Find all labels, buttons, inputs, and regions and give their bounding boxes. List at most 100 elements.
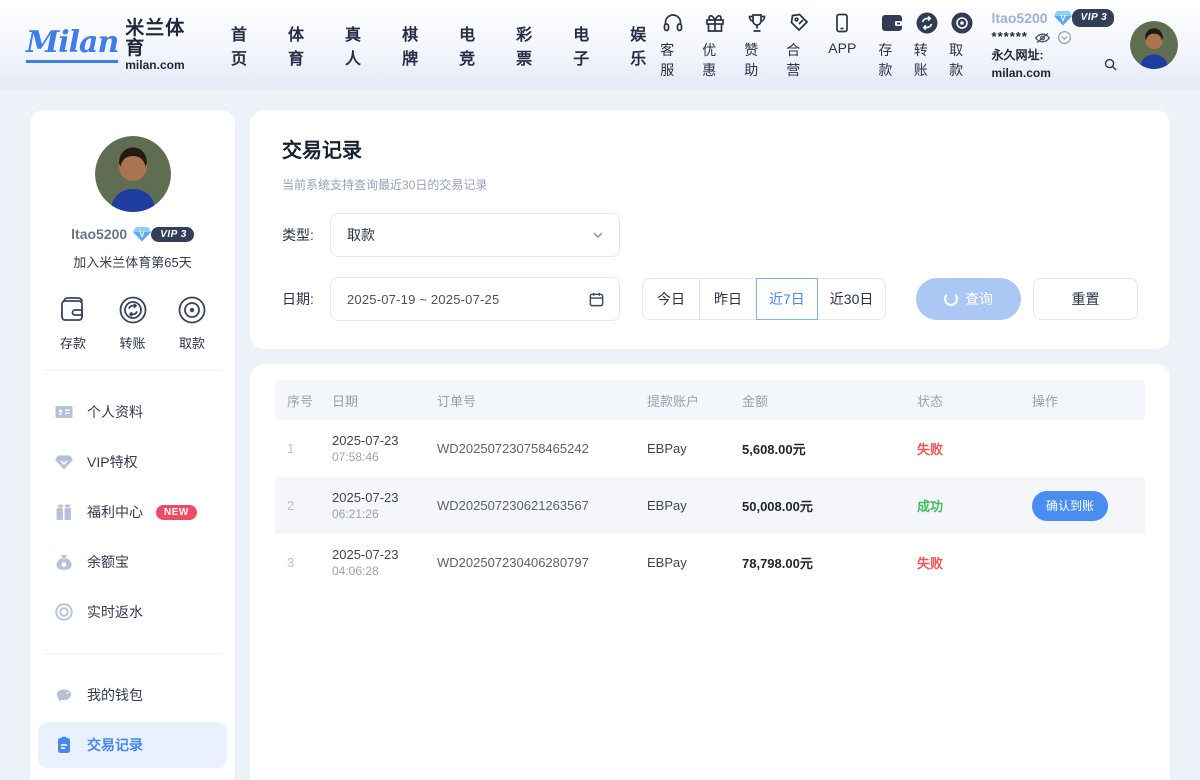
- reset-button[interactable]: 重置: [1033, 278, 1138, 320]
- chevron-down-icon: [591, 228, 605, 242]
- row-account: EBPay: [635, 498, 730, 513]
- col-header-action: 操作: [1020, 391, 1145, 410]
- col-header-status: 状态: [905, 391, 1020, 410]
- nav-lottery[interactable]: 彩票: [516, 21, 546, 69]
- headset-icon: [660, 10, 686, 36]
- row-order-number: WD202507230758465242: [425, 441, 635, 456]
- rebate-icon: [54, 602, 74, 622]
- partner-link[interactable]: 合营: [786, 10, 812, 80]
- username: ltao5200: [992, 8, 1048, 28]
- sidebar-item-vip[interactable]: VIP特权: [38, 439, 227, 485]
- sidebar-withdraw-label: 取款: [179, 333, 205, 352]
- eye-off-icon[interactable]: [1034, 31, 1051, 45]
- date-range-value: 2025-07-19 ~ 2025-07-25: [347, 292, 588, 307]
- deposit-link[interactable]: 存款: [878, 10, 904, 80]
- sidebar-item-label: VIP特权: [87, 452, 138, 472]
- nav-sports[interactable]: 体育: [288, 21, 318, 69]
- id-card-icon: [54, 402, 74, 422]
- col-header-account: 提款账户: [635, 391, 730, 410]
- wallet-icon: [879, 10, 905, 36]
- sidebar-item-wallet[interactable]: 我的钱包: [38, 672, 227, 718]
- type-select[interactable]: 取款: [330, 213, 620, 257]
- row-date: 2025-07-23: [332, 433, 425, 448]
- table-row: 2 2025-07-23 06:21:26 WD2025072306212635…: [275, 477, 1145, 534]
- table-row: 3 2025-07-23 04:06:28 WD2025072304062807…: [275, 534, 1145, 591]
- date-label: 日期:: [282, 289, 330, 309]
- avatar[interactable]: [1130, 21, 1178, 69]
- nav-home[interactable]: 首页: [231, 21, 261, 69]
- vip-privilege-icon: [54, 452, 74, 472]
- transfer-label: 转账: [914, 40, 940, 80]
- wallet-outline-icon: [56, 293, 90, 327]
- col-header-order: 订单号: [425, 391, 635, 410]
- sidebar-item-transactions[interactable]: 交易记录: [38, 722, 227, 768]
- sponsor-link[interactable]: 赞助: [744, 10, 770, 80]
- type-label: 类型:: [282, 225, 330, 245]
- range-30days-button[interactable]: 近30日: [817, 278, 887, 320]
- sidebar-item-profile[interactable]: 个人资料: [38, 389, 227, 435]
- app-link[interactable]: APP: [828, 10, 856, 80]
- calendar-icon: [588, 291, 605, 308]
- tag-icon: [786, 10, 812, 36]
- service-link[interactable]: 客服: [660, 10, 686, 80]
- vip-diamond-icon: V: [1053, 9, 1073, 27]
- search-icon[interactable]: [1103, 57, 1118, 72]
- benefits-gift-icon: [54, 502, 74, 522]
- range-yesterday-button[interactable]: 昨日: [699, 278, 757, 320]
- nav-slots[interactable]: 电子: [573, 21, 603, 69]
- sidebar-deposit-button[interactable]: 存款: [56, 293, 90, 352]
- row-index: 1: [275, 441, 320, 456]
- refresh-balance-icon[interactable]: [1057, 30, 1072, 45]
- sidebar-item-label: 我的钱包: [87, 685, 143, 705]
- promo-link[interactable]: 优惠: [702, 10, 728, 80]
- svg-text:V: V: [1060, 14, 1066, 23]
- col-header-index: 序号: [275, 391, 320, 410]
- main-nav: 首页 体育 真人 棋牌 电竞 彩票 电子 娱乐: [231, 21, 660, 69]
- divider: [44, 370, 221, 371]
- loading-spinner-icon: [944, 292, 958, 306]
- nav-chess[interactable]: 棋牌: [402, 21, 432, 69]
- nav-esports[interactable]: 电竞: [459, 21, 489, 69]
- sidebar-item-label: 实时返水: [87, 602, 143, 622]
- logo-cn-text: 米兰体育: [125, 19, 199, 59]
- sidebar-item-label: 个人资料: [87, 402, 143, 422]
- query-button-label: 查询: [965, 289, 993, 309]
- row-index: 3: [275, 555, 320, 570]
- moneybag-icon: [54, 552, 74, 572]
- sidebar-item-yuebao[interactable]: 余额宝: [38, 539, 227, 585]
- withdraw-outline-icon: [175, 293, 209, 327]
- row-amount: 5,608.00元: [730, 439, 905, 458]
- transfer-link[interactable]: 转账: [914, 10, 940, 80]
- date-range-input[interactable]: 2025-07-19 ~ 2025-07-25: [330, 277, 620, 321]
- row-datetime: 2025-07-23 04:06:28: [320, 547, 425, 578]
- nav-entertainment[interactable]: 娱乐: [630, 21, 660, 69]
- type-select-value: 取款: [347, 225, 591, 245]
- promo-label: 优惠: [702, 40, 728, 80]
- topbar: Milan 米兰体育 milan.com 首页 体育 真人 棋牌 电竞 彩票 电…: [0, 0, 1200, 90]
- sidebar-item-rebate[interactable]: 实时返水: [38, 589, 227, 635]
- sidebar-item-bets[interactable]: 投注记录: [38, 772, 227, 780]
- transfer-icon: [914, 10, 940, 36]
- query-button[interactable]: 查询: [916, 278, 1021, 320]
- sidebar-item-benefits[interactable]: 福利中心 NEW: [38, 489, 227, 535]
- nav-live[interactable]: 真人: [345, 21, 375, 69]
- row-status: 成功: [905, 496, 1020, 515]
- sidebar-item-label: 交易记录: [87, 735, 143, 755]
- withdraw-link[interactable]: 取款: [949, 10, 975, 80]
- row-datetime: 2025-07-23 07:58:46: [320, 433, 425, 464]
- sidebar-withdraw-button[interactable]: 取款: [175, 293, 209, 352]
- transfer-outline-icon: [116, 293, 150, 327]
- confirm-received-button[interactable]: 确认到账: [1032, 491, 1108, 521]
- sidebar-transfer-button[interactable]: 转账: [116, 293, 150, 352]
- sidebar-avatar[interactable]: [95, 136, 171, 212]
- table-row: 1 2025-07-23 07:58:46 WD2025072307584652…: [275, 420, 1145, 477]
- brand-logo[interactable]: Milan 米兰体育 milan.com: [26, 19, 199, 71]
- user-info: ltao5200 V VIP 3 ****** 永久网址: milan.com: [992, 8, 1118, 82]
- sidebar-vip-badge: VIP 3: [151, 227, 194, 242]
- row-time: 07:58:46: [332, 450, 425, 464]
- vip-diamond-icon: V: [132, 225, 152, 243]
- range-today-button[interactable]: 今日: [642, 278, 700, 320]
- transactions-icon: [54, 735, 74, 755]
- range-7days-button[interactable]: 近7日: [756, 278, 818, 320]
- table-header-row: 序号 日期 订单号 提款账户 金额 状态 操作: [275, 380, 1145, 420]
